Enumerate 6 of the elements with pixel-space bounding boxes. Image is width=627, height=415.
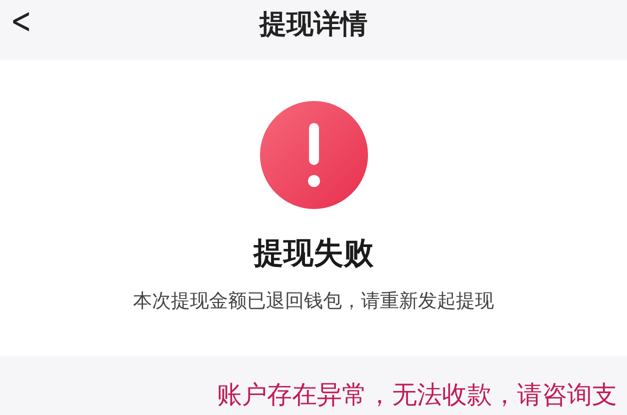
result-title: 提现失败 [254,235,374,273]
notice-text: 账户存在异常，无法收款，请咨询支 [217,379,617,411]
page-title: 提现详情 [260,8,368,42]
back-button[interactable]: < [6,2,36,42]
result-message: 本次提现金额已退回钱包，请重新发起提现 [133,289,494,314]
alert-icon [260,101,368,209]
